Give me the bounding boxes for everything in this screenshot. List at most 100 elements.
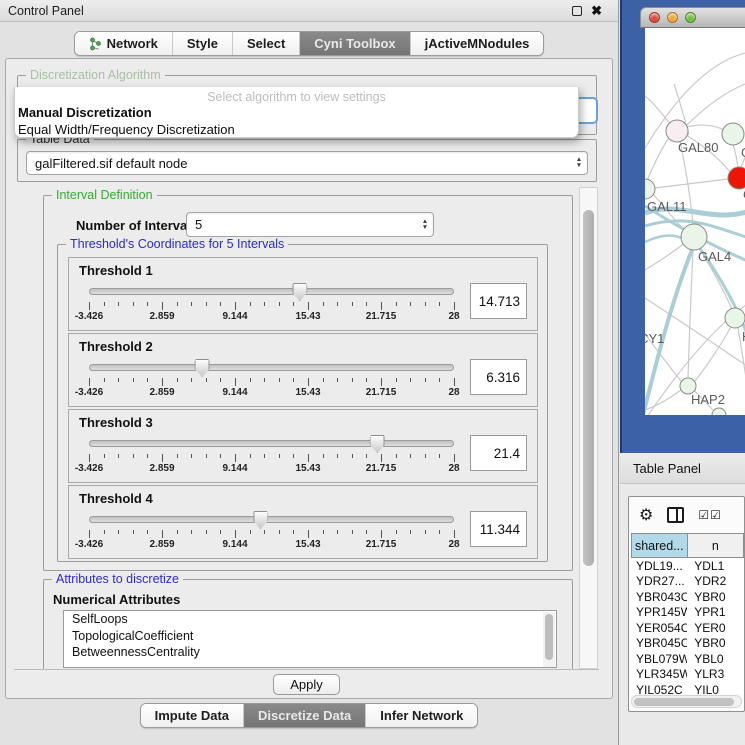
num-intervals-combobox[interactable]: 5 ▲▼ (186, 212, 434, 237)
table-toolbar: ⚙ ☑☑ (629, 497, 744, 533)
threshold-value-input[interactable] (470, 283, 527, 319)
table-row[interactable]: YBR043CYBR0 (631, 589, 744, 605)
threshold-label: Threshold 2 (79, 339, 527, 354)
gear-icon[interactable]: ⚙ (639, 507, 653, 523)
slider-thumb[interactable] (370, 435, 385, 453)
list-item[interactable]: BetweennessCentrality (64, 644, 556, 661)
checkbox-icons[interactable]: ☑☑ (698, 509, 722, 521)
table-row[interactable]: YIL052CYIL0 (631, 682, 744, 694)
svg-text:GA: GA (741, 145, 745, 160)
table-data-group: Table Data galFiltered.sif default node … (17, 139, 597, 182)
network-window-titlebar[interactable] (640, 7, 745, 28)
slider-thumb[interactable] (195, 359, 210, 377)
numerical-attributes-list[interactable]: SelfLoops TopologicalCoefficient Between… (63, 610, 557, 668)
tab-infer-network[interactable]: Infer Network (366, 704, 477, 727)
tab-discretize-data[interactable]: Discretize Data (244, 704, 366, 727)
slider-ticks (89, 378, 454, 386)
slider-track[interactable] (89, 516, 454, 523)
tab-impute-data[interactable]: Impute Data (141, 704, 244, 727)
combobox-value: galFiltered.sif default node (27, 156, 571, 171)
table-row[interactable]: YDR27...YDR2 (631, 574, 744, 590)
threshold-panel-3: Threshold 3 -3.4262.8599.14415.4321.7152… (68, 409, 538, 483)
close-traffic-light[interactable] (649, 12, 660, 23)
tick-label: 21.715 (366, 387, 397, 398)
tab-cyni-toolbox[interactable]: Cyni Toolbox (300, 32, 410, 55)
dropdown-option-manual[interactable]: Manual Discretization (15, 104, 578, 121)
split-columns-icon[interactable] (667, 507, 684, 523)
control-panel: Control Panel ✖ Network Style (0, 0, 619, 745)
tick-label: 9.144 (222, 387, 247, 398)
slider-track[interactable] (89, 440, 454, 447)
node-table: shared... n YDL19...YDL1 YDR27...YDR2 YB… (631, 533, 744, 694)
interval-definition-group: Interval Definition Number of Intervals … (43, 195, 573, 571)
tick-label: 9.144 (222, 463, 247, 474)
control-panel-tabbar: Network Style Select Cyni Toolbox jActiv… (0, 31, 618, 56)
table-horizontal-scrollbar[interactable] (631, 695, 742, 708)
settings-scroll-viewport: Interval Definition Number of Intervals … (15, 187, 578, 669)
tick-label: 2.859 (149, 539, 174, 550)
float-window-icon[interactable] (572, 6, 582, 16)
threshold-slider[interactable]: -3.4262.8599.14415.4321.71528 (89, 283, 454, 327)
threshold-value-input[interactable] (470, 511, 527, 547)
tab-network[interactable]: Network (75, 32, 173, 55)
tick-label: -3.426 (75, 463, 103, 474)
threshold-value-input[interactable] (470, 359, 527, 395)
slider-thumb[interactable] (292, 283, 307, 301)
threshold-slider[interactable]: -3.4262.8599.14415.4321.71528 (89, 511, 454, 555)
network-view-window[interactable]: GAL80 GA C GAL11 GAL4 GCY1 H HAP2 (640, 7, 745, 420)
table-row[interactable]: YPR145WYPR1 (631, 605, 744, 621)
cytoscape-desktop: GAL80 GA C GAL11 GAL4 GCY1 H HAP2 (620, 0, 745, 453)
table-row[interactable]: YBL079WYBL0 (631, 651, 744, 667)
dropdown-option-equal-width[interactable]: Equal Width/Frequency Discretization (15, 121, 578, 138)
table-row[interactable]: YLR345WYLR3 (631, 667, 744, 683)
settings-vertical-scrollbar[interactable] (579, 187, 598, 669)
network-nodes[interactable] (645, 120, 745, 415)
column-header-name[interactable]: n (688, 533, 744, 558)
slider-track[interactable] (89, 364, 454, 371)
tick-label: 21.715 (366, 539, 397, 550)
apply-button[interactable]: Apply (273, 674, 340, 695)
table-data-combobox[interactable]: galFiltered.sif default node ▲▼ (26, 151, 588, 175)
minimize-traffic-light[interactable] (667, 12, 678, 23)
threshold-label: Threshold 4 (79, 491, 527, 506)
tab-jactivemnodules[interactable]: jActiveMNodules (411, 32, 544, 55)
tick-label: -3.426 (75, 387, 103, 398)
list-item[interactable]: TopologicalCoefficient (64, 628, 556, 645)
tab-label: Discretize Data (258, 708, 351, 723)
scrollbar-thumb[interactable] (634, 698, 734, 706)
tick-label: 28 (448, 539, 459, 550)
tick-label: 21.715 (366, 311, 397, 322)
node-ga (722, 123, 744, 145)
threshold-slider[interactable]: -3.4262.8599.14415.4321.71528 (89, 435, 454, 479)
close-icon[interactable]: ✖ (591, 4, 602, 17)
scrollbar-thumb[interactable] (583, 210, 594, 566)
slider-track[interactable] (89, 288, 454, 295)
network-canvas[interactable]: GAL80 GA C GAL11 GAL4 GCY1 H HAP2 (645, 28, 745, 415)
tab-style[interactable]: Style (173, 32, 233, 55)
tab-label: Infer Network (380, 708, 463, 723)
table-header: shared... n (631, 533, 744, 558)
threshold-slider[interactable]: -3.4262.8599.14415.4321.71528 (89, 359, 454, 403)
dropdown-placeholder-option[interactable]: Select algorithm to view settings (15, 87, 578, 104)
tick-label: 28 (448, 463, 459, 474)
zoom-traffic-light[interactable] (685, 12, 696, 23)
slider-scale-labels: -3.4262.8599.14415.4321.71528 (89, 539, 454, 552)
tick-label: 28 (448, 311, 459, 322)
group-title: Threshold's Coordinates for 5 Intervals (66, 237, 288, 251)
threshold-value-input[interactable] (470, 435, 527, 471)
table-row[interactable]: YER054CYER0 (631, 620, 744, 636)
slider-scale-labels: -3.4262.8599.14415.4321.71528 (89, 387, 454, 400)
list-item[interactable]: SelfLoops (64, 611, 556, 628)
slider-thumb[interactable] (253, 511, 268, 529)
svg-text:GAL11: GAL11 (647, 199, 687, 214)
list-scrollbar[interactable] (543, 612, 555, 668)
table-row[interactable]: YBR045CYBR0 (631, 636, 744, 652)
table-panel: ⚙ ☑☑ shared... n YDL19...YDL1 YDR27...YD… (620, 484, 745, 745)
threshold-panel-1: Threshold 1 -3.4262.8599.14415.4321.7152… (68, 257, 538, 331)
tab-select[interactable]: Select (233, 32, 300, 55)
table-row[interactable]: YDL19...YDL1 (631, 558, 744, 574)
right-pane: GAL80 GA C GAL11 GAL4 GCY1 H HAP2 Table … (620, 0, 745, 745)
panel-title: Control Panel (8, 4, 572, 18)
column-header-shared[interactable]: shared... (631, 533, 688, 558)
group-title: Interval Definition (52, 188, 157, 202)
